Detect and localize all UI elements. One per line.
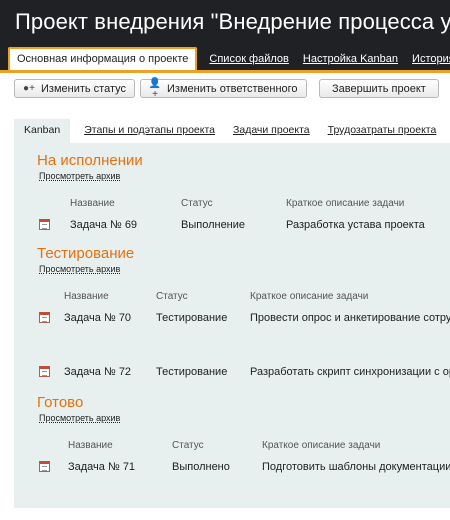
column-header-description: Краткое описание задачи xyxy=(286,198,405,209)
kanban-panel: На исполнении Просмотреть архив Название… xyxy=(14,143,450,508)
archive-link[interactable]: Просмотреть архив xyxy=(39,264,120,274)
column-header-status: Статус xyxy=(181,198,213,209)
finish-project-wrap: Завершить проект xyxy=(319,79,439,98)
finish-project-label: Завершить проект xyxy=(332,82,426,95)
tab-file-list[interactable]: Список файлов xyxy=(209,53,288,70)
add-user-icon: 👤+ xyxy=(148,77,162,100)
task-description: Подготовить шаблоны документации xyxy=(262,461,450,473)
accent-divider xyxy=(0,70,450,73)
task-status: Тестирование xyxy=(156,312,228,324)
task-name[interactable]: Задача № 69 xyxy=(70,219,137,231)
task-name[interactable]: Задача № 70 xyxy=(64,312,131,324)
toolbar: ●+ Изменить статус 👤+ Изменить ответстве… xyxy=(14,77,307,100)
archive-link[interactable]: Просмотреть архив xyxy=(39,413,120,423)
task-name[interactable]: Задача № 72 xyxy=(64,366,131,378)
task-status: Тестирование xyxy=(156,366,228,378)
column-header-status: Статус xyxy=(172,440,204,451)
change-status-label: Изменить статус xyxy=(41,82,127,95)
finish-project-button[interactable]: Завершить проект xyxy=(319,79,439,98)
change-assignee-label: Изменить ответственного xyxy=(167,82,298,95)
archive-link[interactable]: Просмотреть архив xyxy=(39,171,120,181)
column-header-name: Название xyxy=(64,291,109,302)
status-change-icon: ●+ xyxy=(23,83,35,94)
column-header-name: Название xyxy=(70,198,115,209)
subtab-kanban[interactable]: Kanban xyxy=(14,119,71,143)
change-assignee-button[interactable]: 👤+ Изменить ответственного xyxy=(140,77,307,100)
task-description: Разработать скрипт синхронизации с орга xyxy=(250,366,450,378)
task-description: Провести опрос и анкетирование сотрудн xyxy=(250,312,450,324)
subtab-effort[interactable]: Трудозатраты проекта xyxy=(328,119,437,143)
task-description: Разработка устава проекта xyxy=(286,219,425,231)
section-title-done: Готово xyxy=(37,394,84,411)
top-bar: Проект внедрения "Внедрение процесса у О… xyxy=(0,0,450,70)
subtab-stages[interactable]: Этапы и подэтапы проекта xyxy=(84,119,215,143)
project-tabs: Основная информация о проекте Список фай… xyxy=(8,45,450,70)
calendar-icon xyxy=(39,366,50,377)
calendar-icon xyxy=(39,461,50,472)
section-title-in-progress: На исполнении xyxy=(37,152,143,169)
task-name[interactable]: Задача № 71 xyxy=(68,461,135,473)
change-status-button[interactable]: ●+ Изменить статус xyxy=(14,79,136,98)
column-header-name: Название xyxy=(68,440,113,451)
tab-main-info[interactable]: Основная информация о проекте xyxy=(8,47,198,70)
tab-history[interactable]: История из xyxy=(412,53,450,70)
sub-tabs: Kanban Этапы и подэтапы проекта Задачи п… xyxy=(14,119,450,143)
tab-kanban-settings[interactable]: Настройка Kanban xyxy=(303,53,398,70)
column-header-status: Статус xyxy=(156,291,188,302)
section-title-testing: Тестирование xyxy=(37,245,135,262)
page-title: Проект внедрения "Внедрение процесса у xyxy=(15,9,450,34)
calendar-icon xyxy=(39,312,50,323)
column-header-description: Краткое описание задачи xyxy=(262,440,381,451)
task-status: Выполнение xyxy=(181,219,246,231)
calendar-icon xyxy=(39,219,50,230)
column-header-description: Краткое описание задачи xyxy=(250,291,369,302)
subtab-tasks[interactable]: Задачи проекта xyxy=(233,119,310,143)
task-status: Выполнено xyxy=(172,461,230,473)
